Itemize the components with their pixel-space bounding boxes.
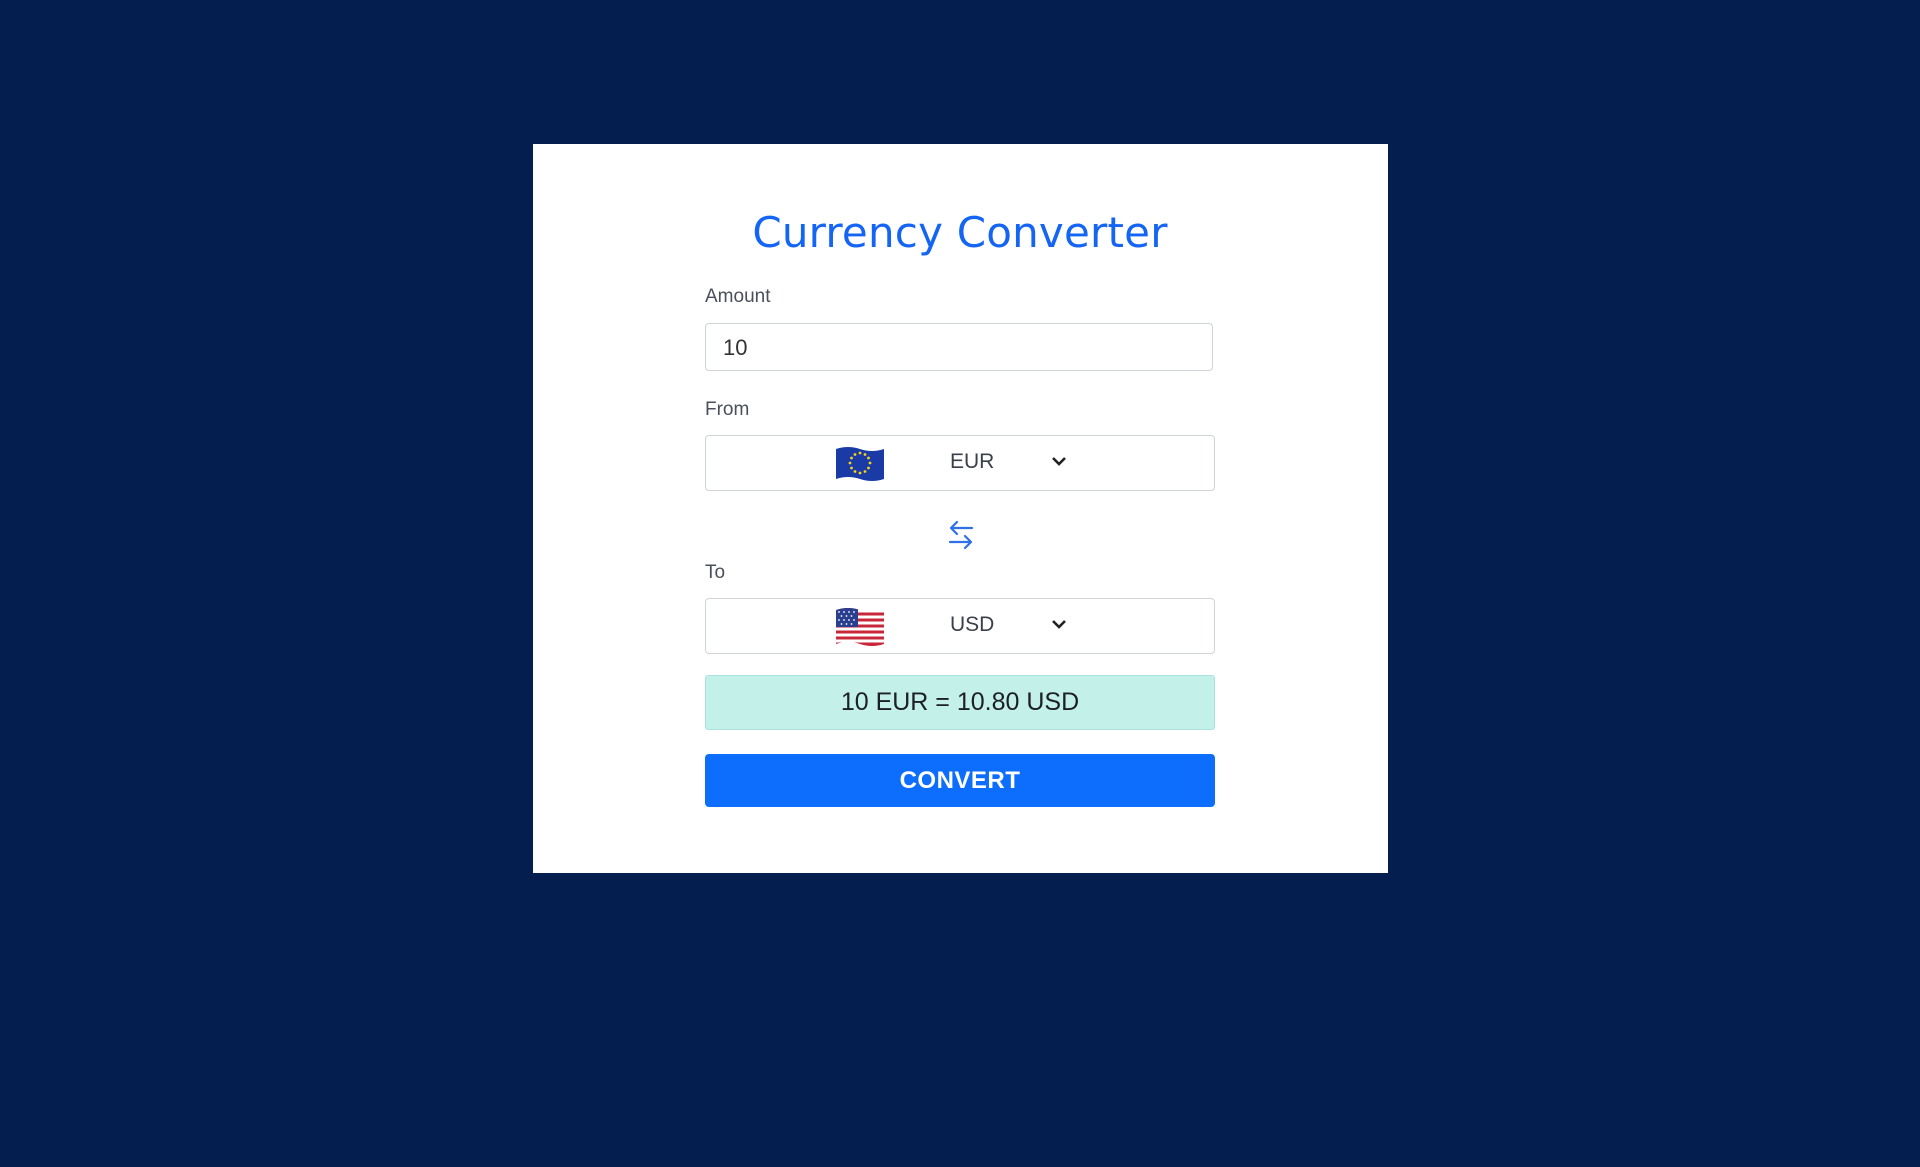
- to-currency-code: USD: [950, 613, 995, 636]
- conversion-result: 10 EUR = 10.80 USD: [705, 675, 1215, 730]
- chevron-down-icon: [1052, 620, 1066, 629]
- convert-button[interactable]: CONVERT: [705, 754, 1215, 807]
- to-label: To: [705, 562, 726, 583]
- us-flag-icon: [836, 608, 884, 646]
- from-label: From: [705, 399, 750, 420]
- amount-label: Amount: [705, 286, 771, 307]
- from-currency-select[interactable]: EUR: [705, 435, 1215, 491]
- to-currency-select[interactable]: USD: [705, 598, 1215, 654]
- chevron-down-icon: [1052, 457, 1066, 466]
- swap-icon[interactable]: [946, 519, 976, 551]
- page-title: Currency Converter: [752, 208, 1168, 257]
- eu-flag-icon: [836, 447, 884, 481]
- from-currency-code: EUR: [950, 450, 995, 473]
- amount-input[interactable]: 10: [705, 323, 1213, 371]
- converter-card: Currency Converter Amount 10 From EUR To…: [533, 144, 1388, 873]
